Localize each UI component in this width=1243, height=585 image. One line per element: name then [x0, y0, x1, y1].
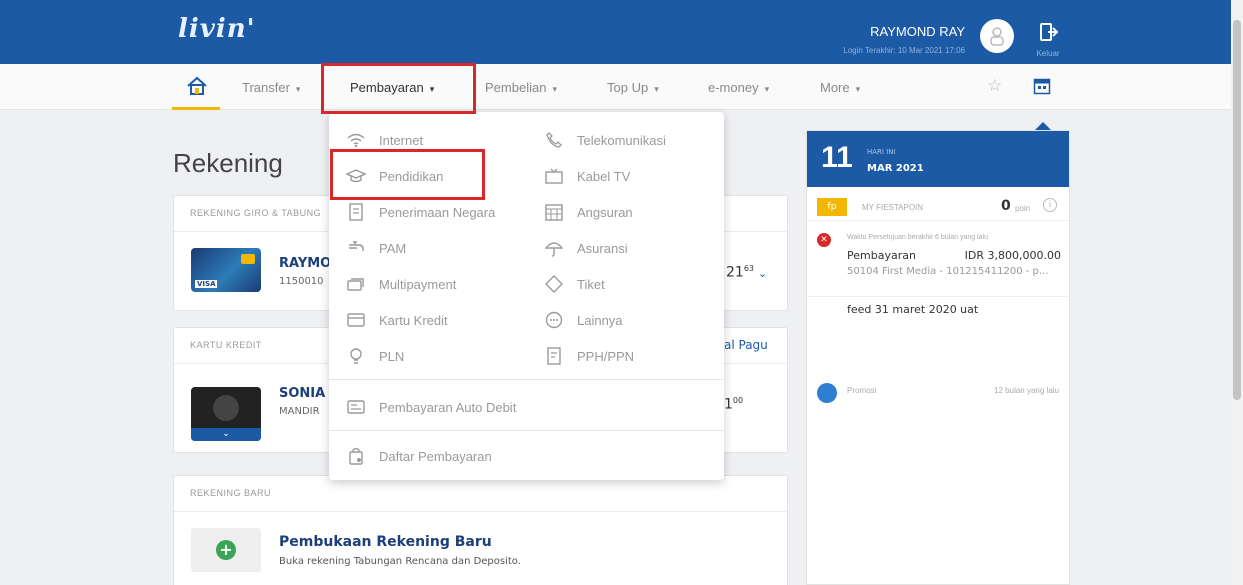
promo-label: Promosi — [847, 386, 877, 395]
add-account-button[interactable]: + — [191, 528, 261, 572]
cards-icon — [345, 274, 367, 294]
lightbulb-icon — [345, 346, 367, 366]
notification-title: Pembayaran — [847, 249, 916, 262]
faucet-icon — [345, 238, 367, 258]
menu-pln[interactable]: PLN — [345, 346, 404, 366]
new-account-desc: Buka rekening Tabungan Rencana dan Depos… — [279, 556, 521, 567]
menu-telekomunikasi[interactable]: Telekomunikasi — [543, 130, 666, 150]
home-active-indicator — [172, 107, 220, 110]
credit-card-balance: 100 — [724, 396, 744, 413]
account-balance: 2163 ⌄ — [726, 264, 768, 281]
alert-icon: ✕ — [817, 233, 831, 247]
tv-icon — [543, 166, 565, 186]
nav-emoney[interactable]: e-money ▾ — [708, 80, 769, 95]
scrollbar[interactable] — [1231, 0, 1243, 585]
promo-icon — [817, 383, 837, 403]
menu-kabel-tv[interactable]: Kabel TV — [543, 166, 630, 186]
account-name[interactable]: RAYMO — [279, 256, 331, 271]
nav-pembelian[interactable]: Pembelian ▾ — [485, 80, 557, 95]
notification-desc: 50104 First Media - 101215411200 - p... — [847, 266, 1049, 277]
date-box: 11 HARI INI MAR 2021 — [807, 131, 1069, 187]
livin-logo[interactable]: livin' — [178, 14, 256, 44]
calendar-grid-icon — [543, 202, 565, 222]
scrollbar-thumb[interactable] — [1233, 20, 1241, 400]
nav-transfer[interactable]: Transfer ▾ — [242, 80, 300, 95]
notification-item[interactable]: ✕ Waktu Persetujuan berakhir 6 bulan yan… — [807, 227, 1069, 297]
avatar[interactable] — [980, 19, 1014, 53]
account-number: 1150010 — [279, 276, 324, 287]
menu-asuransi[interactable]: Asuransi — [543, 238, 628, 258]
calendar-icon[interactable] — [1033, 77, 1051, 99]
date-month: MAR 2021 — [867, 163, 924, 174]
menu-multipayment[interactable]: Multipayment — [345, 274, 456, 294]
plus-icon: + — [216, 540, 236, 560]
chevron-down-icon: ⌄ — [758, 266, 768, 280]
visa-logo: VISA — [195, 280, 218, 288]
nav-top-up[interactable]: Top Up ▾ — [607, 80, 659, 95]
menu-penerimaan-negara[interactable]: Penerimaan Negara — [345, 202, 495, 222]
fiestapoin-unit: poin — [1015, 204, 1031, 213]
menu-pam[interactable]: PAM — [345, 238, 406, 258]
rekening-baru-header: REKENING BARU — [174, 476, 787, 512]
info-icon[interactable]: i — [1043, 198, 1057, 212]
last-login: Login Terakhir: 10 Mar 2021 17:06 — [843, 46, 965, 55]
ticket-icon — [543, 274, 565, 294]
chevron-down-icon: ⌄ — [191, 428, 261, 441]
menu-lainnya[interactable]: Lainnya — [543, 310, 623, 330]
promo-time: 12 bulan yang lalu — [994, 386, 1059, 395]
user-name: RAYMOND RAY — [870, 24, 965, 39]
notification-amount: IDR 3,800,000.00 — [964, 249, 1061, 262]
menu-divider — [329, 430, 724, 431]
wifi-icon — [345, 130, 367, 150]
fiestapoin-icon: fp — [817, 198, 847, 216]
logout-label: Keluar — [1036, 49, 1060, 58]
user-icon — [990, 27, 1004, 46]
menu-auto-debit[interactable]: Pembayaran Auto Debit — [345, 397, 516, 417]
notification-meta: Waktu Persetujuan berakhir 6 bulan yang … — [847, 234, 988, 241]
rekening-baru-card: REKENING BARU + Pembukaan Rekening Baru … — [173, 475, 788, 585]
new-account-title[interactable]: Pembukaan Rekening Baru — [279, 534, 492, 550]
fiestapoin-value: 0 — [1001, 198, 1011, 214]
menu-tiket[interactable]: Tiket — [543, 274, 605, 294]
logout-icon — [1040, 23, 1059, 41]
date-today-label: HARI INI — [867, 148, 896, 156]
right-panel: 11 HARI INI MAR 2021 fp MY FIESTAPOIN 0 … — [806, 130, 1070, 585]
phone-icon — [543, 130, 565, 150]
home-icon[interactable] — [186, 76, 208, 100]
highlight-pembayaran — [321, 63, 476, 114]
umbrella-icon — [543, 238, 565, 258]
menu-internet[interactable]: Internet — [345, 130, 423, 150]
menu-kartu-kredit[interactable]: Kartu Kredit — [345, 310, 448, 330]
auto-debit-icon — [345, 397, 367, 417]
menu-angsuran[interactable]: Angsuran — [543, 202, 633, 222]
highlight-pendidikan — [330, 149, 485, 200]
credit-card-bank: MANDIR — [279, 406, 320, 417]
menu-divider — [329, 379, 724, 380]
bag-list-icon — [345, 446, 367, 466]
tax-document-icon — [543, 346, 565, 366]
page-title: Rekening — [173, 148, 283, 178]
menu-pph-ppn[interactable]: PPH/PPN — [543, 346, 634, 366]
promo-item[interactable]: Promosi 12 bulan yang lalu — [807, 379, 1069, 415]
main-nav: Transfer ▾ Pembayaran ▾ Pembelian ▾ Top Up ▾… — [0, 64, 1231, 110]
logout-button[interactable]: Keluar — [1034, 22, 1062, 58]
menu-daftar-pembayaran[interactable]: Daftar Pembayaran — [345, 446, 492, 466]
nav-more[interactable]: More ▾ — [820, 80, 860, 95]
credit-card-name[interactable]: SONIA — [279, 386, 325, 401]
favorite-star-icon[interactable]: ☆ — [987, 76, 1002, 96]
debit-card-image: VISA — [191, 248, 261, 292]
feed-text: feed 31 maret 2020 uat — [847, 303, 979, 316]
pagu-link[interactable]: al Pagu — [724, 338, 768, 352]
fiestapoin-row[interactable]: fp MY FIESTAPOIN 0 poin i — [807, 193, 1069, 221]
credit-card-icon — [345, 310, 367, 330]
top-bar: livin' RAYMOND RAY Login Terakhir: 10 Ma… — [0, 0, 1231, 64]
more-dots-icon — [543, 310, 565, 330]
credit-card-image[interactable]: ⌄ — [191, 387, 261, 441]
date-day: 11 — [821, 141, 853, 174]
document-icon — [345, 202, 367, 222]
fiestapoin-label: MY FIESTAPOIN — [862, 203, 924, 212]
card-chip — [241, 254, 255, 264]
